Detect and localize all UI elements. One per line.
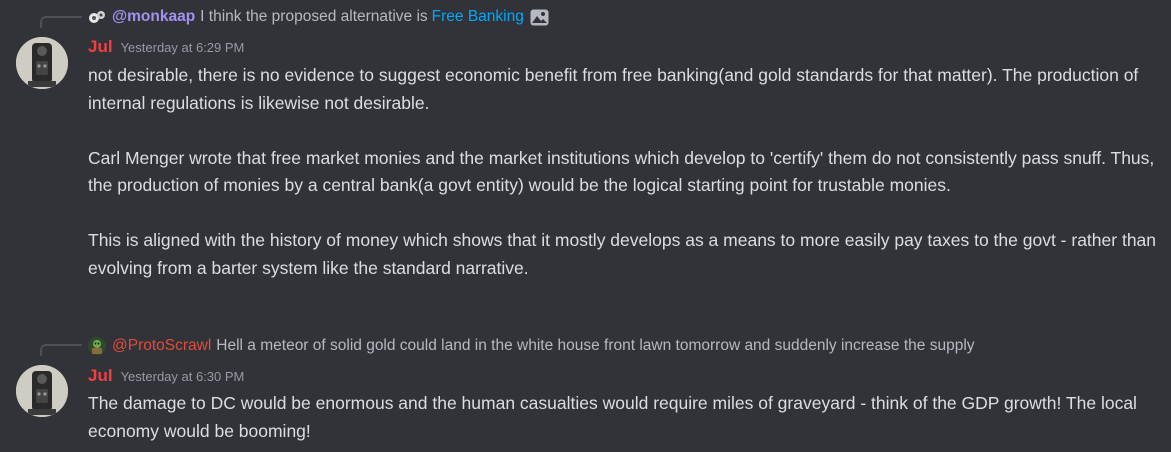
- reply-spine: [40, 16, 82, 28]
- avatar[interactable]: [16, 37, 68, 89]
- message-content: not desirable, there is no evidence to s…: [88, 62, 1158, 282]
- message-content: The damage to DC would be enormous and t…: [88, 390, 1158, 445]
- reply-preview[interactable]: @ProtoScrawl Hell a meteor of solid gold…: [88, 334, 975, 358]
- message-header: Jul Yesterday at 6:29 PM: [88, 37, 244, 59]
- author-name[interactable]: Jul: [88, 366, 113, 386]
- reply-link[interactable]: Free Banking: [432, 8, 524, 26]
- reply-author[interactable]: @monkaap: [112, 8, 195, 26]
- reply-preview[interactable]: @monkaap I think the proposed alternativ…: [88, 5, 549, 29]
- reply-text[interactable]: I think the proposed alternative is: [200, 8, 427, 26]
- avatar[interactable]: [16, 365, 68, 417]
- message-paragraph: This is aligned with the history of mone…: [88, 230, 1157, 278]
- message-paragraph: Carl Menger wrote that free market monie…: [88, 147, 1155, 196]
- timestamp[interactable]: Yesterday at 6:29 PM: [121, 40, 245, 55]
- timestamp[interactable]: Yesterday at 6:30 PM: [121, 369, 245, 384]
- chat-messages: @monkaap I think the proposed alternativ…: [0, 0, 1171, 452]
- reply-avatar[interactable]: [88, 8, 106, 26]
- image-icon: [530, 9, 549, 26]
- reply-author[interactable]: @ProtoScrawl: [112, 337, 211, 355]
- reply-text[interactable]: Hell a meteor of solid gold could land i…: [216, 337, 974, 355]
- reply-avatar[interactable]: [88, 337, 106, 355]
- message-header: Jul Yesterday at 6:30 PM: [88, 366, 244, 388]
- author-name[interactable]: Jul: [88, 37, 113, 57]
- message-paragraph: not desirable, there is no evidence to s…: [88, 65, 1139, 113]
- message-paragraph: The damage to DC would be enormous and t…: [88, 393, 1137, 441]
- reply-spine: [40, 344, 82, 356]
